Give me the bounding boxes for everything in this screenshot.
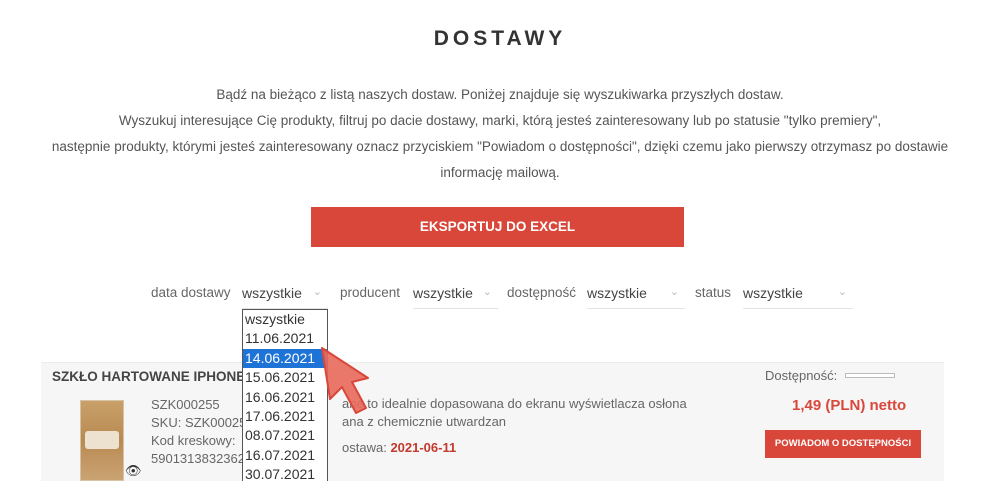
filter-label-status: status: [695, 285, 732, 300]
product-price: 1,49 (PLN) netto: [792, 397, 907, 414]
product-barcode: 5901313832362: [151, 451, 245, 466]
filter-label-date: data dostawy: [151, 285, 231, 300]
dropdown-option[interactable]: 30.07.2021: [243, 465, 327, 481]
dropdown-option[interactable]: 11.06.2021: [243, 329, 327, 348]
dropdown-option-highlighted[interactable]: 14.06.2021: [243, 348, 327, 369]
filter-select-availability-value: wszystkie: [587, 285, 647, 301]
chevron-down-icon: ⌄: [669, 286, 679, 298]
intro-line-2: Wyszukuj interesujące Cię produkty, filt…: [118, 113, 882, 128]
filter-select-date-value: wszystkie: [242, 285, 302, 301]
shipment-label: ostawa:: [342, 440, 387, 455]
filter-select-producer[interactable]: wszystkie ⌄: [413, 280, 498, 309]
export-excel-button[interactable]: EKSPORTUJ DO EXCEL: [311, 207, 684, 247]
chevron-down-icon: ⌄: [837, 286, 847, 298]
dropdown-option[interactable]: 08.07.2021: [243, 426, 327, 445]
filter-select-status[interactable]: wszystkie ⌄: [743, 280, 853, 309]
notify-availability-button[interactable]: POWIADOM O DOSTĘPNOŚCI: [765, 430, 921, 458]
intro-line-3: następnie produkty, którymi jesteś zaint…: [51, 139, 949, 154]
filter-select-availability[interactable]: wszystkie ⌄: [587, 280, 685, 309]
filter-select-producer-value: wszystkie: [413, 285, 473, 301]
product-description-line-1: ane to idealnie dopasowana do ekranu wyś…: [342, 396, 687, 411]
date-dropdown-list[interactable]: wszystkie 11.06.2021 14.06.2021 15.06.20…: [242, 309, 328, 481]
dropdown-option[interactable]: 16.06.2021: [243, 388, 327, 407]
eye-icon[interactable]: 👁: [125, 463, 142, 479]
filter-label-availability: dostępność: [507, 285, 577, 300]
filter-label-producer: producent: [340, 285, 401, 300]
chevron-down-icon: ⌄: [312, 286, 322, 298]
availability-bar: [845, 373, 895, 378]
pointer-cursor-icon: [321, 347, 369, 414]
dropdown-option[interactable]: 15.06.2021: [243, 368, 327, 387]
product-image[interactable]: [80, 400, 124, 481]
product-name[interactable]: SZKŁO HARTOWANE IPHONE: [52, 369, 245, 384]
dropdown-option[interactable]: 16.07.2021: [243, 446, 327, 465]
product-shipment: ostawa: 2021-06-11: [342, 440, 456, 455]
shipment-date: 2021-06-11: [390, 440, 457, 455]
product-barcode-label: Kod kreskowy:: [151, 433, 236, 448]
intro-line-4: informację mailową.: [440, 165, 560, 180]
intro-line-1: Bądź na bieżąco z listą naszych dostaw. …: [216, 87, 784, 102]
dropdown-option[interactable]: wszystkie: [243, 310, 327, 329]
availability-label: Dostępność:: [765, 368, 838, 383]
dropdown-option[interactable]: 17.06.2021: [243, 407, 327, 426]
filter-select-date[interactable]: wszystkie ⌄: [242, 280, 328, 309]
product-code: SZK000255: [151, 397, 220, 412]
product-sku: SKU: SZK00025: [151, 415, 247, 430]
filter-select-status-value: wszystkie: [743, 285, 803, 301]
page-title: DOSTAWY: [433, 27, 567, 50]
chevron-down-icon: ⌄: [482, 286, 492, 298]
